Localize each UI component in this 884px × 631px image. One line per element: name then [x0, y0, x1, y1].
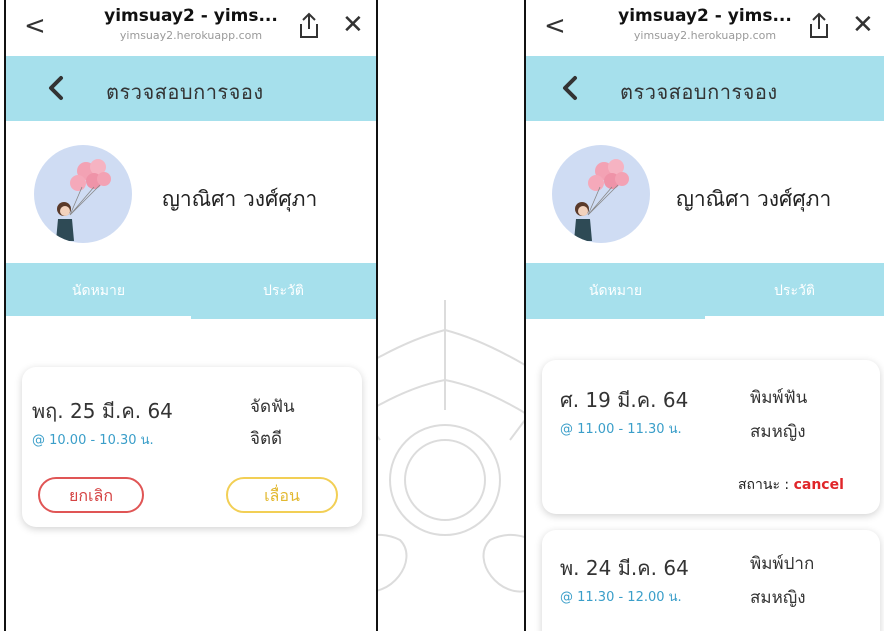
history-service: พิมพ์ปาก: [750, 554, 815, 574]
screenshot-stage: < yimsuay2 - yims... yimsuay2.herokuapp.…: [0, 0, 884, 631]
appointment-time: @ 10.00 - 10.30 น.: [32, 433, 154, 448]
browser-bar: < yimsuay2 - yims... yimsuay2.herokuapp.…: [526, 0, 884, 56]
tab-appointments[interactable]: นัดหมาย: [526, 263, 705, 319]
left-phone-screen: < yimsuay2 - yims... yimsuay2.herokuapp.…: [4, 0, 378, 631]
profile-section: ญาณิศา วงศ์ศุภา: [6, 121, 376, 263]
profile-section: ญาณิศา วงศ์ศุภา: [526, 121, 884, 263]
browser-bar: < yimsuay2 - yims... yimsuay2.herokuapp.…: [6, 0, 376, 56]
page-title: ตรวจสอบการจอง: [620, 80, 778, 104]
close-icon[interactable]: ✕: [852, 12, 874, 38]
appointment-date: พฤ. 25 มี.ค. 64: [32, 399, 173, 423]
avatar: [34, 145, 132, 243]
postpone-button[interactable]: เลื่อน: [226, 477, 338, 513]
appointment-service: จัดฟัน: [250, 397, 295, 417]
tab-bar: นัดหมาย ประวัติ: [526, 263, 884, 319]
share-icon[interactable]: [806, 12, 832, 40]
share-icon[interactable]: [296, 12, 322, 40]
avatar: [552, 145, 650, 243]
history-date: พ. 24 มี.ค. 64: [560, 556, 689, 580]
balloon-girl-icon: [574, 159, 629, 241]
cancel-button[interactable]: ยกเลิก: [38, 477, 144, 513]
history-time: @ 11.30 - 12.00 น.: [560, 590, 682, 605]
history-doctor: สมหญิง: [750, 588, 806, 608]
active-tab-indicator: [705, 316, 884, 319]
tab-history[interactable]: ประวัติ: [705, 263, 884, 319]
history-service: พิมพ์ฟัน: [750, 388, 808, 408]
history-date: ศ. 19 มี.ค. 64: [560, 388, 689, 412]
tab-history[interactable]: ประวัติ: [191, 263, 376, 319]
history-time: @ 11.00 - 11.30 น.: [560, 422, 682, 437]
history-doctor: สมหญิง: [750, 422, 806, 442]
status-value: cancel: [793, 477, 844, 493]
app-header: ตรวจสอบการจอง: [6, 56, 376, 121]
profile-name: ญาณิศา วงศ์ศุภา: [162, 187, 318, 211]
history-card: ศ. 19 มี.ค. 64 @ 11.00 - 11.30 น. พิมพ์ฟ…: [542, 360, 880, 514]
balloon-girl-icon: [56, 159, 111, 241]
page-title: ตรวจสอบการจอง: [106, 80, 264, 104]
history-status: สถานะ : cancel: [738, 474, 844, 496]
profile-name: ญาณิศา วงศ์ศุภา: [676, 187, 832, 211]
status-label: สถานะ :: [738, 477, 790, 493]
appointment-doctor: จิตดี: [250, 429, 283, 449]
history-card: พ. 24 มี.ค. 64 @ 11.30 - 12.00 น. พิมพ์ป…: [542, 530, 880, 631]
tab-appointments[interactable]: นัดหมาย: [6, 263, 191, 319]
active-tab-indicator: [6, 316, 191, 319]
appointment-card: พฤ. 25 มี.ค. 64 @ 10.00 - 10.30 น. จัดฟั…: [22, 367, 362, 527]
right-phone-screen: < yimsuay2 - yims... yimsuay2.herokuapp.…: [524, 0, 884, 631]
close-icon[interactable]: ✕: [342, 12, 364, 38]
back-arrow-icon[interactable]: [558, 74, 582, 102]
tab-bar: นัดหมาย ประวัติ: [6, 263, 376, 319]
app-header: ตรวจสอบการจอง: [526, 56, 884, 121]
back-arrow-icon[interactable]: [44, 74, 68, 102]
